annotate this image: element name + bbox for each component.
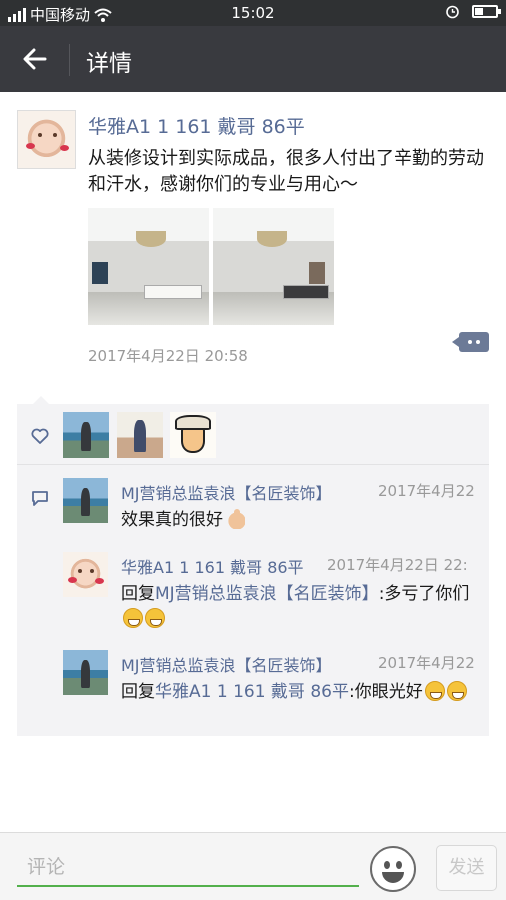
thumbs-up-emoji	[225, 509, 245, 529]
reply-prefix: 回复	[121, 584, 155, 604]
status-right	[445, 4, 501, 19]
comment-item[interactable]: 华雅A1 1 161 戴哥 86平 2017年4月22日 22: 回复MJ营销总…	[63, 552, 489, 638]
back-button[interactable]	[12, 36, 58, 82]
app-bar: 详情	[0, 26, 506, 92]
liker-avatar[interactable]	[117, 412, 163, 458]
more-actions-button[interactable]	[452, 332, 489, 352]
liker-avatar[interactable]	[63, 412, 109, 458]
grin-emoji	[424, 681, 445, 701]
interactions-panel: MJ营销总监袁浪【名匠装饰】 2017年4月22 效果真的很好 华雅A1 1 1…	[17, 396, 489, 736]
grin-emoji	[446, 681, 467, 701]
battery-icon	[472, 5, 501, 18]
heart-icon	[31, 428, 49, 444]
comment-text: 回复华雅A1 1 161 戴哥 86平:你眼光好	[121, 680, 483, 705]
grin-emoji	[145, 608, 165, 628]
commenter-name[interactable]: MJ营销总监袁浪【名匠装饰】	[121, 480, 332, 504]
post-author-avatar[interactable]	[17, 110, 76, 169]
comment-body: :你眼光好	[348, 682, 423, 702]
commenter-avatar[interactable]	[63, 552, 108, 597]
reply-prefix: 回复	[121, 682, 155, 702]
commenter-name[interactable]: MJ营销总监袁浪【名匠装饰】	[121, 652, 332, 676]
comment-composer: 发送	[0, 832, 506, 900]
commenter-name[interactable]: 华雅A1 1 161 戴哥 86平	[121, 554, 304, 578]
page-title: 详情	[86, 51, 132, 77]
grin-emoji	[123, 608, 143, 628]
post-timestamp: 2017年4月22日 20:58	[88, 347, 248, 365]
likes-row	[17, 404, 489, 465]
commenter-avatar[interactable]	[63, 650, 108, 695]
back-arrow-icon	[23, 48, 47, 70]
liker-avatar[interactable]	[170, 412, 216, 458]
emoji-button[interactable]	[370, 846, 416, 892]
comment-item[interactable]: MJ营销总监袁浪【名匠装饰】 2017年4月22 效果真的很好	[63, 478, 489, 548]
comment-input[interactable]	[17, 849, 359, 887]
comment-text: 回复MJ营销总监袁浪【名匠装饰】:多亏了你们	[121, 582, 483, 632]
post-text: 从装修设计到实际成品，很多人付出了辛勤的劳动和汗水，感谢你们的专业与用心～	[88, 148, 484, 195]
comment-time: 2017年4月22日 22:	[327, 556, 468, 574]
status-bar: 中国移动 15:02	[0, 0, 506, 26]
send-button[interactable]: 发送	[436, 845, 497, 891]
post-photo[interactable]	[88, 208, 209, 325]
commenter-avatar[interactable]	[63, 478, 108, 523]
status-time: 15:02	[231, 4, 275, 22]
reply-to-name[interactable]: 华雅A1 1 161 戴哥 86平	[155, 682, 349, 702]
reply-to-name[interactable]: MJ营销总监袁浪【名匠装饰】	[155, 584, 379, 604]
post-photo[interactable]	[213, 208, 334, 325]
comment-time: 2017年4月22	[378, 482, 475, 500]
comment-bubble-icon	[32, 491, 48, 506]
comment-item[interactable]: MJ营销总监袁浪【名匠装饰】 2017年4月22 回复华雅A1 1 161 戴哥…	[63, 650, 489, 730]
post-author-name[interactable]: 华雅A1 1 161 戴哥 86平	[88, 112, 305, 139]
alarm-icon	[446, 5, 459, 19]
comment-body: :多亏了你们	[378, 584, 470, 604]
comment-time: 2017年4月22	[378, 654, 475, 672]
comment-text: 效果真的很好	[121, 508, 483, 533]
appbar-divider	[69, 44, 70, 76]
comment-body: 效果真的很好	[121, 510, 223, 530]
